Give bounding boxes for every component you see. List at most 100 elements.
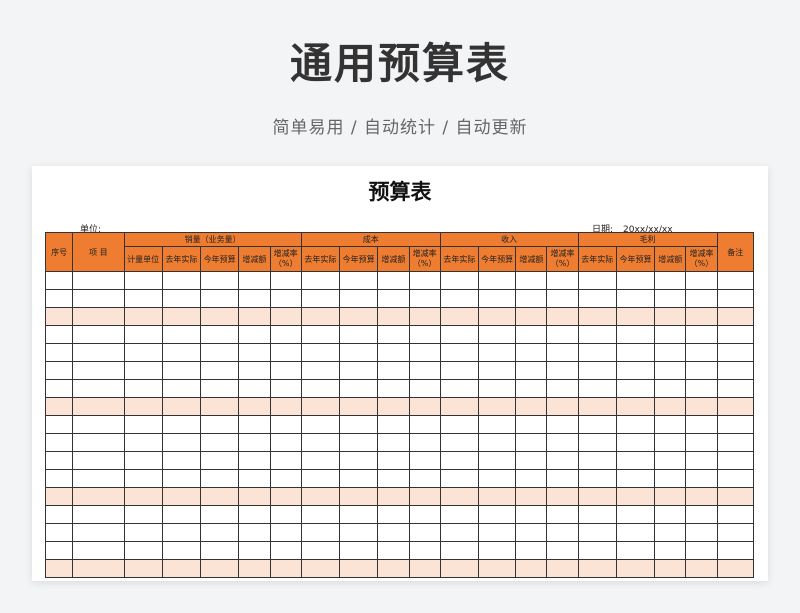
table-cell[interactable] xyxy=(615,343,656,362)
table-cell[interactable] xyxy=(339,271,379,290)
table-cell[interactable] xyxy=(377,469,410,488)
table-cell[interactable] xyxy=(515,505,548,524)
table-cell[interactable] xyxy=(123,271,163,290)
table-cell[interactable] xyxy=(200,451,240,470)
table-cell[interactable] xyxy=(269,307,302,326)
table-cell[interactable] xyxy=(238,433,271,452)
table-cell[interactable] xyxy=(377,415,410,434)
table-cell[interactable] xyxy=(408,325,441,344)
table-cell[interactable] xyxy=(654,559,687,578)
table-cell[interactable] xyxy=(377,361,410,380)
table-cell[interactable] xyxy=(72,397,125,416)
table-cell[interactable] xyxy=(339,523,379,542)
table-cell[interactable] xyxy=(238,289,271,308)
table-cell[interactable] xyxy=(515,325,548,344)
table-cell[interactable] xyxy=(546,415,579,434)
table-cell[interactable] xyxy=(439,523,479,542)
table-cell[interactable] xyxy=(269,487,302,506)
table-cell[interactable] xyxy=(439,433,479,452)
table-cell[interactable] xyxy=(615,433,656,452)
table-cell[interactable] xyxy=(72,289,125,308)
table-cell[interactable] xyxy=(685,505,718,524)
table-cell[interactable] xyxy=(72,451,125,470)
table-cell[interactable] xyxy=(269,361,302,380)
table-cell[interactable] xyxy=(515,541,548,560)
table-cell[interactable] xyxy=(439,325,479,344)
table-cell[interactable] xyxy=(408,397,441,416)
table-cell[interactable] xyxy=(515,415,548,434)
table-cell[interactable] xyxy=(577,379,617,398)
table-cell[interactable] xyxy=(477,415,517,434)
table-cell[interactable] xyxy=(654,307,687,326)
table-cell[interactable] xyxy=(477,397,517,416)
table-cell[interactable] xyxy=(685,415,718,434)
table-cell[interactable] xyxy=(339,541,379,560)
table-cell[interactable] xyxy=(238,415,271,434)
table-cell[interactable] xyxy=(577,307,617,326)
table-cell[interactable] xyxy=(439,271,479,290)
table-cell[interactable] xyxy=(300,487,341,506)
table-cell[interactable] xyxy=(716,415,755,434)
table-cell[interactable] xyxy=(577,361,617,380)
table-cell[interactable] xyxy=(72,307,125,326)
table-cell[interactable] xyxy=(238,523,271,542)
table-cell[interactable] xyxy=(408,343,441,362)
table-cell[interactable] xyxy=(685,379,718,398)
table-cell[interactable] xyxy=(716,433,755,452)
table-cell[interactable] xyxy=(477,307,517,326)
table-cell[interactable] xyxy=(546,541,579,560)
table-cell[interactable] xyxy=(439,487,479,506)
table-cell[interactable] xyxy=(72,361,125,380)
table-cell[interactable] xyxy=(300,379,341,398)
table-cell[interactable] xyxy=(615,361,656,380)
table-cell[interactable] xyxy=(300,469,341,488)
table-cell[interactable] xyxy=(300,541,341,560)
table-cell[interactable] xyxy=(123,541,163,560)
table-cell[interactable] xyxy=(615,469,656,488)
table-cell[interactable] xyxy=(577,505,617,524)
table-cell[interactable] xyxy=(577,541,617,560)
table-cell[interactable] xyxy=(269,469,302,488)
table-cell[interactable] xyxy=(477,523,517,542)
table-cell[interactable] xyxy=(654,469,687,488)
table-cell[interactable] xyxy=(615,487,656,506)
table-cell[interactable] xyxy=(716,325,755,344)
table-cell[interactable] xyxy=(123,361,163,380)
table-cell[interactable] xyxy=(515,523,548,542)
table-cell[interactable] xyxy=(716,343,755,362)
table-cell[interactable] xyxy=(300,559,341,578)
table-cell[interactable] xyxy=(72,505,125,524)
table-cell[interactable] xyxy=(161,559,202,578)
table-cell[interactable] xyxy=(654,541,687,560)
table-cell[interactable] xyxy=(200,505,240,524)
table-cell[interactable] xyxy=(161,325,202,344)
table-cell[interactable] xyxy=(477,361,517,380)
table-cell[interactable] xyxy=(161,415,202,434)
table-cell[interactable] xyxy=(408,415,441,434)
table-cell[interactable] xyxy=(439,469,479,488)
table-cell[interactable] xyxy=(615,415,656,434)
table-cell[interactable] xyxy=(477,289,517,308)
table-cell[interactable] xyxy=(615,325,656,344)
table-cell[interactable] xyxy=(377,523,410,542)
table-cell[interactable] xyxy=(408,487,441,506)
table-cell[interactable] xyxy=(615,451,656,470)
table-cell[interactable] xyxy=(685,559,718,578)
table-cell[interactable] xyxy=(408,271,441,290)
table-cell[interactable] xyxy=(377,289,410,308)
table-cell[interactable] xyxy=(546,289,579,308)
table-cell[interactable] xyxy=(577,271,617,290)
table-cell[interactable] xyxy=(685,343,718,362)
table-cell[interactable] xyxy=(238,397,271,416)
table-cell[interactable] xyxy=(408,379,441,398)
table-cell[interactable] xyxy=(477,325,517,344)
table-cell[interactable] xyxy=(161,505,202,524)
table-cell[interactable] xyxy=(238,325,271,344)
table-cell[interactable] xyxy=(339,343,379,362)
table-cell[interactable] xyxy=(577,433,617,452)
table-cell[interactable] xyxy=(339,325,379,344)
table-cell[interactable] xyxy=(377,325,410,344)
table-cell[interactable] xyxy=(546,361,579,380)
table-cell[interactable] xyxy=(654,433,687,452)
table-cell[interactable] xyxy=(44,397,74,416)
